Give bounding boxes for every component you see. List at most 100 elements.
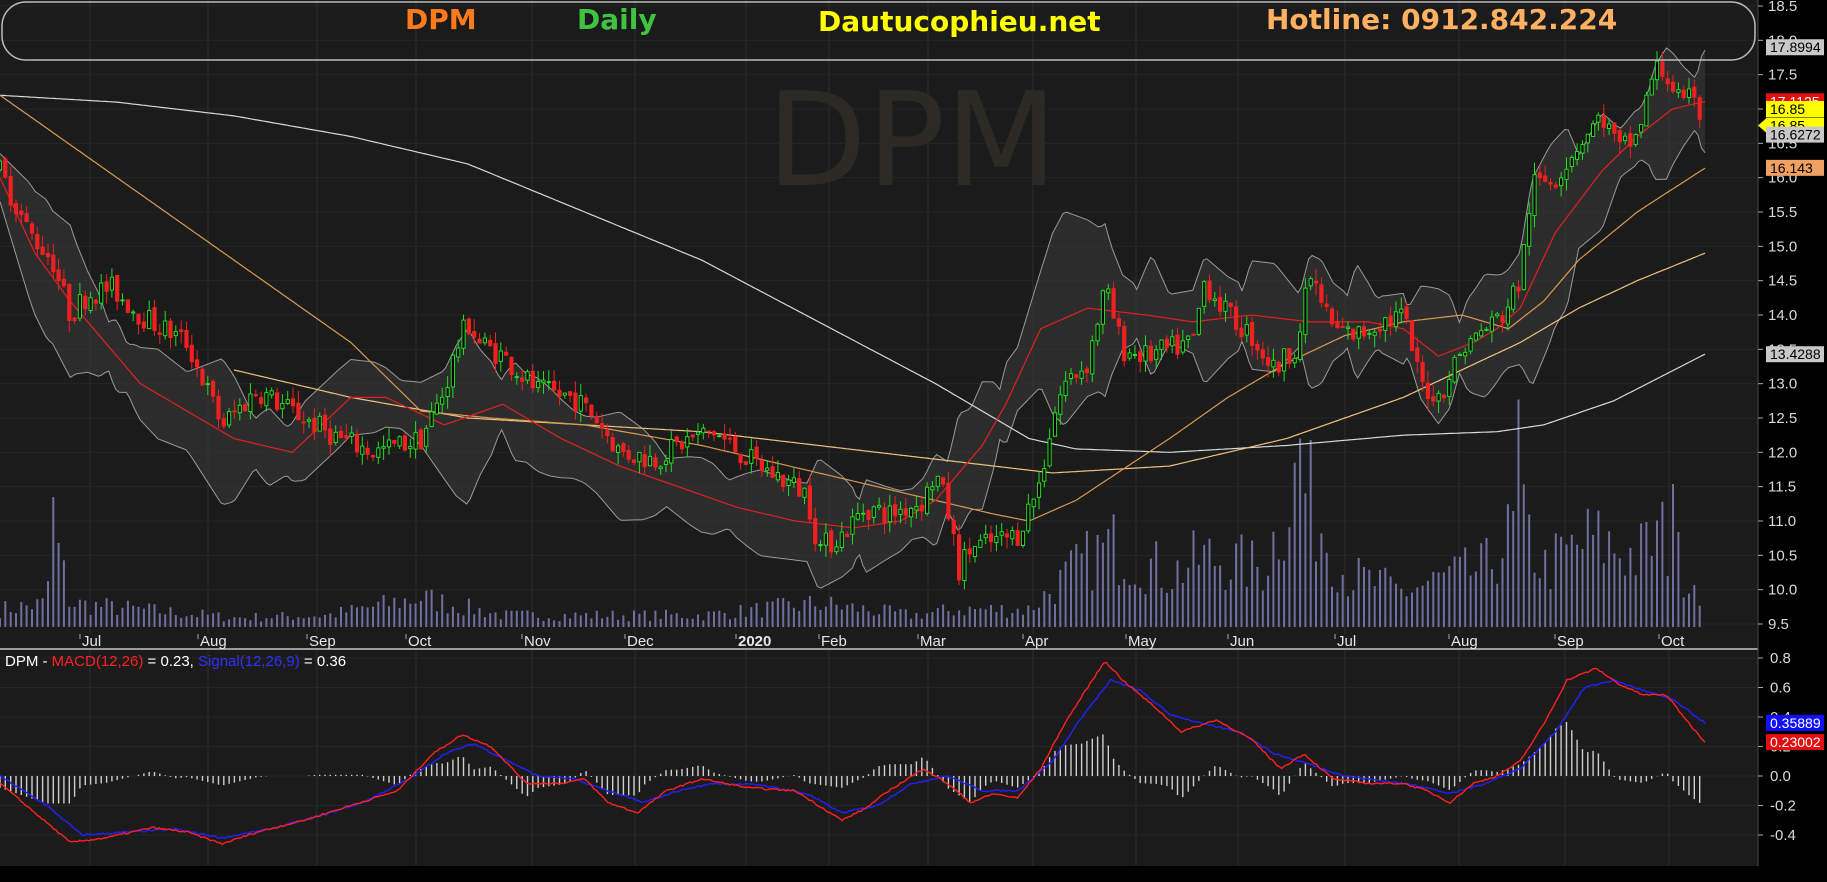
candle-body: [1484, 328, 1489, 331]
candle-body: [946, 482, 951, 520]
candle-body: [594, 415, 599, 424]
volume-bar: [1405, 596, 1408, 627]
candle-body: [1420, 361, 1425, 382]
candle: [402, 432, 407, 452]
volume-bar: [702, 620, 705, 627]
volume-bar: [846, 604, 849, 627]
candle: [925, 482, 930, 516]
candle-body: [450, 354, 455, 388]
candle-body: [88, 297, 93, 311]
candle-body: [685, 436, 690, 448]
volume-bar: [1107, 528, 1110, 627]
candle-body: [221, 418, 226, 427]
candle-body: [109, 276, 115, 291]
volume-bar: [1640, 523, 1643, 627]
volume-bar: [1235, 543, 1238, 627]
price-tag-text: 16.6272: [1770, 127, 1821, 143]
candle-body: [525, 371, 530, 381]
volume-bar: [483, 617, 486, 627]
volume-bar: [1480, 543, 1483, 627]
header-interval: Daily: [577, 3, 657, 36]
candle-body: [1244, 324, 1249, 336]
candle-body: [1500, 315, 1505, 323]
candle: [1303, 278, 1308, 344]
candle-body: [1649, 78, 1654, 96]
volume-bar: [1613, 553, 1616, 627]
candle-body: [631, 459, 637, 463]
candle-body: [802, 487, 807, 498]
candle-body: [1292, 357, 1297, 364]
macd-tick-label: 0.8: [1770, 650, 1791, 667]
volume-bar: [73, 606, 76, 627]
candle-body: [1074, 374, 1079, 378]
candle-body: [205, 383, 210, 386]
volume-bar: [1331, 586, 1333, 627]
volume-bar: [531, 612, 534, 627]
candle-body: [695, 431, 701, 435]
candle-body: [791, 477, 796, 483]
candle-body: [1020, 530, 1026, 547]
volume-bar: [691, 618, 694, 627]
volume-bar: [1517, 399, 1520, 627]
volume-bar: [515, 610, 518, 627]
volume-bar: [1528, 514, 1531, 627]
candle-body: [983, 533, 988, 539]
volume-bar: [542, 621, 545, 627]
candle-body: [1063, 380, 1068, 397]
volume-bar: [755, 603, 758, 627]
volume-bar: [228, 619, 231, 627]
candle-body: [1665, 78, 1670, 85]
macd-tag: 0.35889: [1766, 714, 1824, 731]
candle-body: [1617, 130, 1622, 143]
volume-bar: [926, 613, 929, 627]
candle-body: [733, 436, 738, 453]
candle-body: [1212, 298, 1217, 302]
volume-bar: [324, 615, 326, 627]
candle-body: [1068, 373, 1074, 380]
price-tag: 17.8994: [1766, 39, 1824, 56]
candle-body: [51, 254, 56, 273]
candle-body: [584, 397, 589, 404]
volume-bar: [1437, 572, 1440, 627]
candle-body: [1250, 322, 1255, 346]
candle-body: [509, 356, 514, 375]
volume-bar: [782, 598, 785, 627]
candle-body: [1399, 308, 1404, 314]
volume-bar: [286, 616, 289, 627]
candle-body: [1345, 326, 1351, 329]
volume-bar: [963, 615, 966, 627]
volume-bar: [617, 619, 620, 627]
volume-bar: [830, 596, 833, 627]
volume-bar: [1421, 585, 1424, 627]
volume-bar: [1176, 560, 1179, 627]
candle-body: [1207, 280, 1212, 301]
volume-bar: [126, 600, 129, 627]
candle-body: [482, 337, 487, 344]
volume-bar: [334, 617, 337, 627]
volume-bar: [563, 613, 566, 627]
candle-body: [1266, 357, 1271, 366]
volume-bar: [1133, 584, 1136, 627]
volume-bar: [1123, 579, 1126, 627]
candle-body: [472, 331, 477, 338]
volume-bar: [585, 613, 588, 627]
volume-bar: [1229, 579, 1232, 627]
volume-bar: [265, 618, 268, 627]
macd-legend-signal-value: = 0.36: [304, 653, 346, 670]
candle-body: [243, 404, 248, 412]
candle-body: [759, 460, 764, 472]
volume-bar: [110, 601, 113, 627]
volume-bar: [414, 603, 417, 627]
candle: [1196, 307, 1201, 337]
volume-bar: [606, 616, 609, 627]
candle-body: [195, 359, 200, 368]
candle-body: [1495, 313, 1500, 317]
volume-bar: [478, 608, 481, 627]
candle-body: [1447, 379, 1452, 398]
volume-bar: [1267, 575, 1270, 627]
candle-body: [493, 343, 498, 364]
volume-bar: [217, 612, 220, 627]
candle-body: [328, 428, 333, 445]
month-label: Mar: [920, 633, 946, 650]
candle-body: [1596, 114, 1601, 123]
